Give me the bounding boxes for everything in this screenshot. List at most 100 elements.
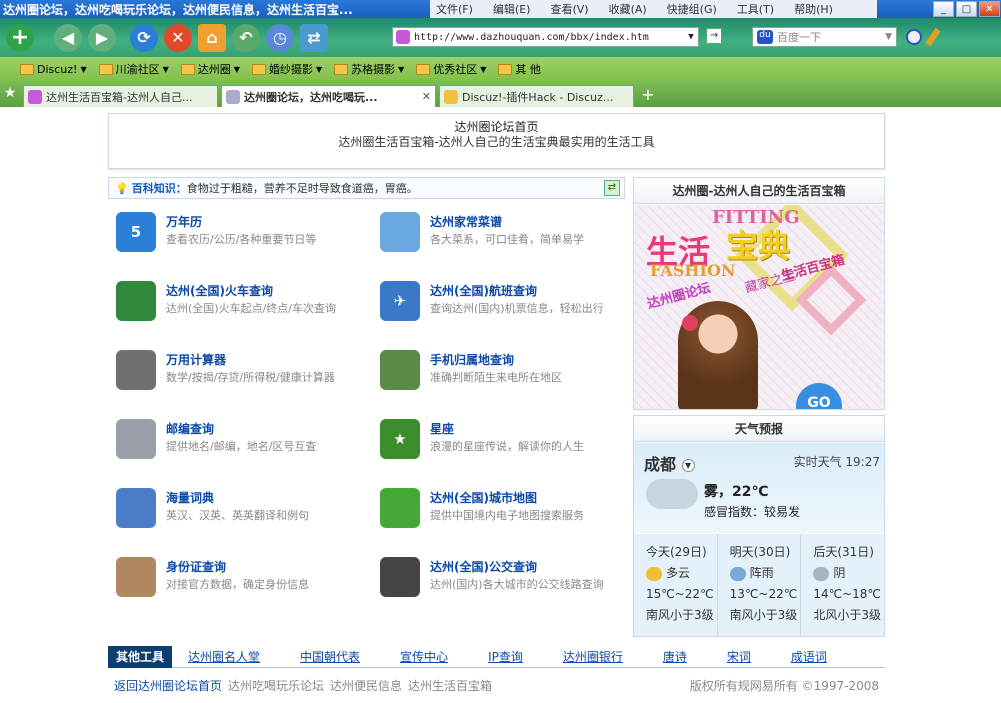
bookmark-discuz[interactable]: Discuz! ▼ (20, 63, 87, 76)
stop-icon[interactable]: ✕ (164, 23, 192, 52)
rain-shower-icon (729, 566, 746, 581)
go-button[interactable]: → (706, 28, 722, 44)
tool-title[interactable]: 达州(全国)公交查询 (430, 558, 604, 576)
tool-item[interactable]: 海量词典 英汉、汉英、英英翻译和例句 (108, 485, 368, 545)
link-tang-poems[interactable]: 唐诗 (663, 648, 687, 665)
new-tab-icon[interactable]: + (6, 23, 34, 52)
tool-title[interactable]: 达州家常菜谱 (430, 213, 584, 231)
airplane-icon[interactable]: ✈ (380, 281, 420, 321)
url-text[interactable]: http://www.dazhouquan.com/bbx/index.htm (414, 32, 649, 43)
link-promotion-center[interactable]: 宣传中心 (400, 648, 448, 665)
flower-icon (682, 315, 698, 331)
link-hall-of-fame[interactable]: 达州圈名人堂 (188, 648, 260, 665)
promo-banner[interactable]: FITTING 生活 宝典 FASHION 达州圈论坛 藏家之宝 生活百宝箱 G… (634, 205, 884, 409)
history-icon[interactable]: ◷ (266, 23, 294, 52)
bookmark-dazhouquan[interactable]: 达州圈 ▼ (180, 61, 240, 77)
tool-item[interactable]: 达州(全国)城市地图 提供中国境内电子地图搜索服务 (372, 485, 632, 545)
overcast-icon (813, 566, 830, 581)
address-bar[interactable]: http://www.dazhouquan.com/bbx/index.htm … (392, 27, 699, 47)
highlighter-icon[interactable] (925, 27, 941, 47)
tool-item[interactable]: 达州(全国)火车查询达州(全国)火车起点/终点/车次查询 (108, 278, 368, 338)
chevron-down-icon[interactable]: ▼ (684, 32, 698, 42)
tool-title[interactable]: 身份证查询 (166, 558, 309, 576)
bookmark-wedding[interactable]: 婚纱摄影 ▼ (251, 61, 322, 77)
train-icon[interactable] (116, 281, 156, 321)
star-icon[interactable]: ★ (0, 85, 20, 107)
add-tab-icon[interactable]: + (638, 85, 658, 107)
link-ip-query[interactable]: IP查询 (488, 648, 523, 665)
tool-title[interactable]: 万用计算器 (166, 351, 335, 369)
baidu-paw-icon[interactable]: du (757, 30, 773, 44)
undo-icon[interactable]: ↶ (232, 23, 260, 52)
search-input[interactable]: du 百度一下 ▼ (752, 27, 897, 47)
bus-icon[interactable] (380, 557, 420, 597)
tool-title[interactable]: 达州(全国)航班查询 (430, 282, 604, 300)
refresh-icon[interactable]: ⟳ (130, 23, 158, 52)
chef-hat-icon[interactable] (380, 212, 420, 252)
tool-item[interactable]: 邮编查询提供地名/邮编，地名/区号互查 (108, 416, 368, 476)
tool-title[interactable]: 星座 (430, 420, 584, 438)
dictionary-icon[interactable] (116, 488, 156, 528)
link-dynasty-table[interactable]: 中国朝代表 (300, 648, 360, 665)
lightbulb-icon: 💡 (115, 181, 129, 195)
magnifier-icon[interactable] (116, 419, 156, 459)
tool-description: 达州(全国)火车起点/终点/车次查询 (166, 302, 336, 315)
close-window-button[interactable]: ✕ (979, 1, 1000, 17)
china-map-icon[interactable] (380, 488, 420, 528)
tool-item[interactable]: 身份证查询 对接官方数据，确定身份信息 (108, 554, 368, 614)
calendar-icon[interactable]: 5 (116, 212, 156, 252)
search-dropdown-icon[interactable]: ▼ (885, 32, 892, 42)
tool-item[interactable]: 达州家常菜谱 各大菜系，可口佳肴，简单易学 (372, 209, 632, 269)
link-idioms[interactable]: 成语词 (791, 648, 827, 665)
tool-title[interactable]: 达州(全国)城市地图 (430, 489, 584, 507)
maximize-button[interactable]: □ (956, 1, 977, 17)
tool-description: 提供地名/邮编，地名/区号互查 (166, 440, 317, 453)
calculator-icon[interactable] (116, 350, 156, 390)
weather-city[interactable]: 成都 ▼ (644, 451, 695, 475)
tab-baibaoxiang[interactable]: 达州生活百宝箱-达州人自己... (23, 85, 218, 107)
minimize-button[interactable]: _ (933, 1, 954, 17)
forecast-day: 后天(31日) 阴 14℃~18℃ 北风小于3级 (813, 545, 881, 622)
home-icon[interactable]: ⌂ (198, 23, 226, 52)
menu-favorites[interactable]: 收藏(A) (609, 1, 647, 17)
id-card-icon[interactable] (116, 557, 156, 597)
knowledge-bar: 💡 百科知识： 食物过于粗糙，营养不足时导致食道癌，胃癌。 ⇄ (108, 177, 625, 199)
bookmark-chuanyu[interactable]: 川渝社区 ▼ (98, 61, 169, 77)
star-book-icon[interactable]: ★ (380, 419, 420, 459)
bookmark-excellent[interactable]: 优秀社区 ▼ (416, 61, 486, 77)
back-to-forum-link[interactable]: 返回达州圈论坛首页 (114, 677, 222, 694)
search-magnifier-icon[interactable] (906, 29, 922, 45)
tool-item[interactable]: ★ 星座 浪漫的星座传说，解读你的人生 (372, 416, 632, 476)
tool-title[interactable]: 万年历 (166, 213, 316, 231)
menu-help[interactable]: 帮助(H) (794, 1, 833, 17)
link-song-ci[interactable]: 宋词 (727, 648, 751, 665)
tab-discuz[interactable]: Discuz!-插件Hack - Discuz... (439, 85, 634, 107)
tool-item[interactable]: 手机归属地查询 准确判断陌生来电所在地区 (372, 347, 632, 407)
tool-item[interactable]: 达州(全国)公交查询 达州(国内)各大城市的公交线路查询 (372, 554, 632, 614)
bookmark-other[interactable]: 其 他 (498, 61, 541, 77)
tool-title[interactable]: 海量词典 (166, 489, 309, 507)
tool-item[interactable]: 万用计算器 数学/按揭/存贷/所得税/健康计算器 (108, 347, 368, 407)
go-button[interactable]: GO (796, 383, 842, 409)
city-dropdown-icon[interactable]: ▼ (681, 459, 695, 472)
link-bank[interactable]: 达州圈银行 (563, 648, 623, 665)
tabs-icon[interactable]: ⇄ (300, 23, 328, 52)
close-tab-icon[interactable]: ✕ (422, 90, 431, 103)
footer-tag: 达州生活百宝箱 (408, 678, 493, 693)
tab-dazhouquan[interactable]: 达州圈论坛，达州吃喝玩... ✕ (221, 85, 436, 107)
menu-edit[interactable]: 编辑(E) (493, 1, 531, 17)
back-icon[interactable]: ◀ (54, 23, 82, 52)
menu-tools[interactable]: 工具(T) (737, 1, 774, 17)
forward-icon[interactable]: ▶ (88, 23, 116, 52)
bookmark-suge[interactable]: 苏格摄影 ▼ (334, 61, 404, 77)
tool-title[interactable]: 达州(全国)火车查询 (166, 282, 336, 300)
tool-item[interactable]: ✈ 达州(全国)航班查询 查询达州(国内)机票信息，轻松出行 (372, 278, 632, 338)
menu-groups[interactable]: 快捷组(G) (667, 1, 717, 17)
mobile-phone-icon[interactable] (380, 350, 420, 390)
tool-title[interactable]: 手机归属地查询 (430, 351, 562, 369)
refresh-knowledge-icon[interactable]: ⇄ (604, 180, 620, 196)
tool-title[interactable]: 邮编查询 (166, 420, 316, 438)
menu-view[interactable]: 查看(V) (550, 1, 588, 17)
tool-item[interactable]: 5 万年历 查看农历/公历/各种重要节日等 (108, 209, 368, 269)
menu-file[interactable]: 文件(F) (436, 1, 473, 17)
